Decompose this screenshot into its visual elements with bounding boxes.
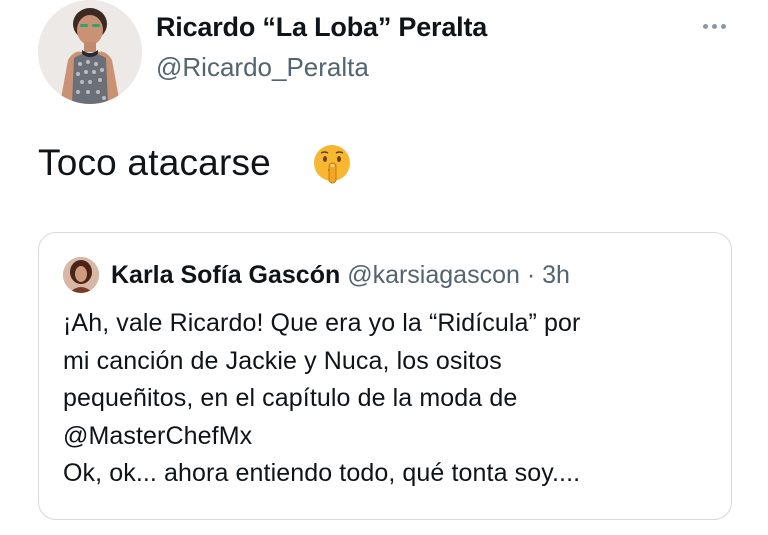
- author-avatar-image: [38, 0, 142, 104]
- quote-header: Karla Sofía Gascón @karsiagascon · 3h: [111, 261, 570, 290]
- quote-mention-link[interactable]: @MasterChefMx: [63, 418, 723, 456]
- more-dot: [720, 23, 726, 29]
- author-handle[interactable]: @Ricardo_Peralta: [156, 52, 369, 83]
- quote-text-line: pequeñitos, en el capítulo de la moda de: [63, 384, 518, 413]
- quote-text-line: ¡Ah, vale Ricardo! Que era yo la “Ridícu…: [63, 309, 581, 337]
- author-display-name[interactable]: Ricardo “La Loba” Peralta: [156, 12, 487, 43]
- quote-text: ¡Ah, vale Ricardo! Que era yo la “Ridícu…: [63, 305, 723, 493]
- quote-author-avatar[interactable]: [63, 257, 99, 293]
- more-horizontal-icon[interactable]: [696, 14, 732, 38]
- quote-author-avatar-image: [63, 257, 99, 293]
- quote-timestamp[interactable]: 3h: [542, 261, 570, 289]
- shushing-face-emoji: [314, 145, 350, 184]
- quote-author-handle[interactable]: @karsiagascon: [347, 261, 520, 289]
- tweet-text: Toco atacarse: [38, 142, 271, 183]
- quoted-tweet-card[interactable]: Karla Sofía Gascón @karsiagascon · 3h ¡A…: [38, 232, 732, 520]
- quote-text-line: Ok, ok... ahora entiendo todo, qué tonta…: [63, 459, 581, 488]
- quote-separator: ·: [526, 261, 536, 289]
- author-avatar[interactable]: [38, 0, 142, 104]
- quote-text-line: mi canción de Jackie y Nuca, los ositos: [63, 346, 502, 375]
- more-dot: [702, 23, 708, 29]
- quote-author-display-name[interactable]: Karla Sofía Gascón: [111, 261, 340, 289]
- tweet: Ricardo “La Loba” Peralta @Ricardo_Peral…: [0, 0, 768, 535]
- more-dot: [711, 23, 717, 29]
